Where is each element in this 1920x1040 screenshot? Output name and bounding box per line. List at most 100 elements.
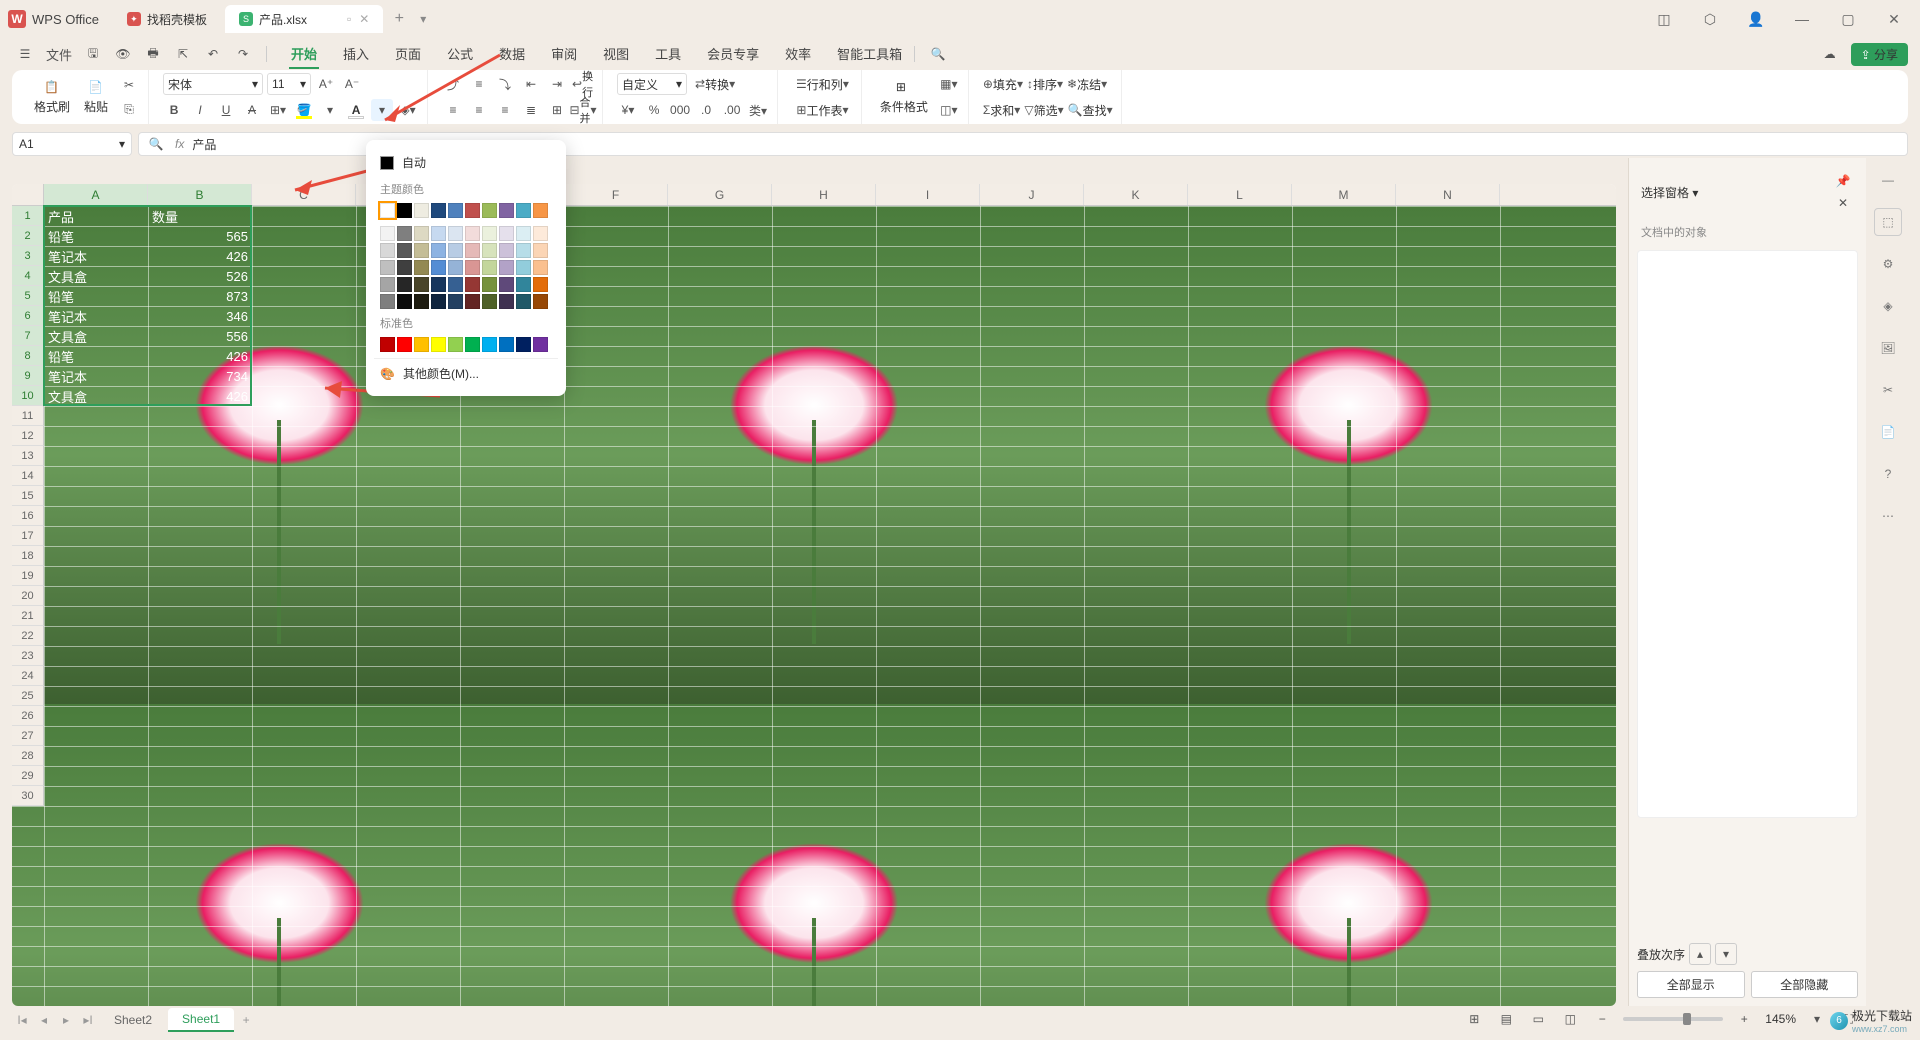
row-header-27[interactable]: 27	[12, 726, 44, 746]
color-swatch[interactable]	[380, 260, 395, 275]
more-colors-option[interactable]: 🎨其他颜色(M)...	[374, 358, 558, 388]
cell-B8[interactable]: 426	[148, 346, 252, 366]
col-header-N[interactable]: N	[1396, 184, 1500, 205]
tab-templates[interactable]: ✦找稻壳模板	[113, 5, 221, 33]
color-swatch[interactable]	[414, 203, 429, 218]
print-icon[interactable]: 🖶	[140, 41, 166, 67]
view-split-icon[interactable]: ◫	[1559, 1008, 1581, 1030]
show-all-button[interactable]: 全部显示	[1637, 971, 1745, 998]
color-swatch[interactable]	[431, 294, 446, 309]
col-header-G[interactable]: G	[668, 184, 772, 205]
color-swatch[interactable]	[397, 243, 412, 258]
rowcol-button[interactable]: ☰行和列▾	[792, 73, 853, 95]
color-swatch[interactable]	[516, 260, 531, 275]
row-header-30[interactable]: 30	[12, 786, 44, 806]
row-header-18[interactable]: 18	[12, 546, 44, 566]
menu-icon[interactable]: ☰	[12, 41, 38, 67]
freeze-button[interactable]: ❄冻结▾	[1067, 73, 1107, 95]
distribute-icon[interactable]: ⊞	[546, 99, 568, 121]
zoom-out-icon[interactable]: −	[1591, 1008, 1613, 1030]
color-swatch[interactable]	[448, 226, 463, 241]
maximize-button[interactable]: ▢	[1830, 5, 1866, 33]
row-header-5[interactable]: 5	[12, 286, 44, 306]
color-swatch[interactable]	[380, 277, 395, 292]
prev-sheet-icon[interactable]: ◂	[34, 1010, 54, 1030]
paste-button[interactable]: 📄粘贴	[80, 78, 112, 117]
more-icon[interactable]: ⋯	[1874, 502, 1902, 530]
align-right-icon[interactable]: ≡	[494, 99, 516, 121]
color-swatch[interactable]	[482, 277, 497, 292]
color-swatch[interactable]	[516, 226, 531, 241]
decrease-decimal-icon[interactable]: .0	[695, 99, 717, 121]
row-header-1[interactable]: 1	[12, 206, 44, 226]
color-swatch[interactable]	[533, 260, 548, 275]
color-swatch[interactable]	[465, 337, 480, 352]
col-header-A[interactable]: A	[44, 184, 148, 205]
export-icon[interactable]: ⇱	[170, 41, 196, 67]
cell-A5[interactable]: 铅笔	[44, 286, 148, 306]
col-header-K[interactable]: K	[1084, 184, 1188, 205]
color-swatch[interactable]	[499, 277, 514, 292]
undo-icon[interactable]: ↶	[200, 41, 226, 67]
cube-icon[interactable]: ⬡	[1692, 5, 1728, 33]
name-box[interactable]: A1▾	[12, 132, 132, 156]
color-swatch[interactable]	[465, 226, 480, 241]
convert-button[interactable]: ⇄转换▾	[691, 73, 739, 95]
color-swatch[interactable]	[397, 226, 412, 241]
color-swatch[interactable]	[448, 243, 463, 258]
color-swatch[interactable]	[516, 243, 531, 258]
menu-tab-member[interactable]: 会员专享	[705, 40, 761, 69]
view-reading-icon[interactable]: ▭	[1527, 1008, 1549, 1030]
crop-icon[interactable]: ✂	[1874, 376, 1902, 404]
color-swatch[interactable]	[482, 260, 497, 275]
row-header-21[interactable]: 21	[12, 606, 44, 626]
menu-tab-efficiency[interactable]: 效率	[783, 40, 813, 69]
cell-B10[interactable]: 426	[148, 386, 252, 406]
color-swatch[interactable]	[533, 203, 548, 218]
fill-color-button[interactable]: 🪣	[293, 99, 315, 121]
zoom-level[interactable]: 145%	[1765, 1012, 1796, 1026]
zoom-dropdown-icon[interactable]: ▾	[1806, 1008, 1828, 1030]
save-icon[interactable]: 🖫	[80, 41, 106, 67]
row-header-8[interactable]: 8	[12, 346, 44, 366]
hide-all-button[interactable]: 全部隐藏	[1751, 971, 1859, 998]
color-swatch[interactable]	[414, 226, 429, 241]
select-all-corner[interactable]	[12, 184, 44, 205]
row-header-10[interactable]: 10	[12, 386, 44, 406]
fill-button[interactable]: ⊕填充▾	[983, 73, 1023, 95]
menu-tab-start[interactable]: 开始	[289, 40, 319, 69]
color-swatch[interactable]	[516, 294, 531, 309]
row-header-9[interactable]: 9	[12, 366, 44, 386]
decrease-font-icon[interactable]: A⁻	[341, 73, 363, 95]
sheet-tab-1[interactable]: Sheet1	[168, 1008, 234, 1032]
color-swatch[interactable]	[448, 337, 463, 352]
color-swatch[interactable]	[414, 294, 429, 309]
cell-A7[interactable]: 文具盒	[44, 326, 148, 346]
color-swatch[interactable]	[482, 226, 497, 241]
color-swatch[interactable]	[397, 203, 412, 218]
cell-B2[interactable]: 565	[148, 226, 252, 246]
new-tab-button[interactable]: +	[387, 7, 411, 31]
font-color-dropdown[interactable]: ▾	[371, 99, 393, 121]
number-format-select[interactable]: 自定义▾	[617, 73, 687, 95]
add-sheet-icon[interactable]: +	[236, 1010, 256, 1030]
color-swatch[interactable]	[431, 260, 446, 275]
color-swatch[interactable]	[482, 203, 497, 218]
cell-style-icon[interactable]: ◫▾	[938, 99, 960, 121]
color-swatch[interactable]	[499, 294, 514, 309]
view-page-icon[interactable]: ▤	[1495, 1008, 1517, 1030]
tab-list-icon[interactable]: ▾	[411, 7, 435, 31]
col-header-F[interactable]: F	[564, 184, 668, 205]
color-swatch[interactable]	[533, 226, 548, 241]
row-header-20[interactable]: 20	[12, 586, 44, 606]
color-swatch[interactable]	[414, 243, 429, 258]
move-up-icon[interactable]: ▴	[1689, 943, 1711, 965]
indent-icon[interactable]: ⇥	[546, 73, 568, 95]
copy-icon[interactable]: ⎘	[118, 98, 140, 120]
zoom-cell-icon[interactable]: 🔍	[145, 133, 167, 155]
cell-B1[interactable]: 数量	[148, 206, 252, 226]
auto-color-option[interactable]: 自动	[374, 148, 558, 177]
redo-icon[interactable]: ↷	[230, 41, 256, 67]
row-header-15[interactable]: 15	[12, 486, 44, 506]
row-header-2[interactable]: 2	[12, 226, 44, 246]
